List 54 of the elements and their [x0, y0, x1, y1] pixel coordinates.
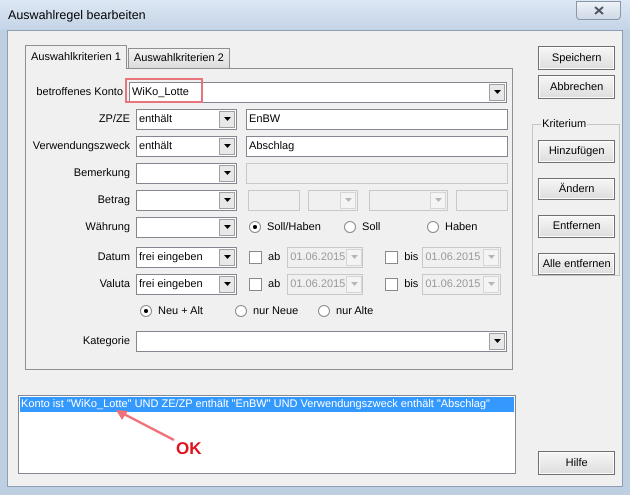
radio-button[interactable] [235, 305, 247, 317]
field-label: Kategorie [82, 334, 131, 349]
dropdown[interactable] [136, 216, 237, 238]
radio-button[interactable] [249, 221, 261, 233]
checkbox[interactable] [385, 250, 398, 264]
radio-label: Soll [362, 220, 380, 235]
dialog-button[interactable]: Hinzufügen [538, 140, 616, 162]
close-button[interactable] [576, 0, 621, 20]
text-field[interactable] [456, 190, 508, 210]
dropdown[interactable] [136, 162, 237, 184]
dropdown[interactable] [136, 190, 237, 210]
field-label: Betrag [96, 192, 131, 208]
dropdown[interactable]: enthält [136, 108, 237, 130]
dialog-button[interactable]: Speichern [538, 46, 616, 70]
dropdown[interactable]: frei eingeben [136, 246, 237, 268]
checkbox[interactable] [249, 250, 262, 264]
tab[interactable]: Auswahlkriterien 2 [128, 48, 230, 68]
radio-label: Neu + Alt [158, 304, 203, 319]
field-label: Datum [96, 250, 131, 265]
field-label: Valuta [98, 276, 131, 292]
dialog-button[interactable]: Alle entfernen [538, 252, 616, 275]
checkbox[interactable] [249, 278, 262, 290]
tab[interactable]: Auswahlkriterien 1 [25, 45, 127, 69]
checkbox[interactable] [385, 278, 398, 290]
dialog-button[interactable]: Entfernen [538, 215, 616, 238]
dialog-button[interactable]: Ändern [538, 178, 616, 200]
close-icon [594, 6, 604, 14]
dropdown[interactable]: WiKo_Lotte [129, 82, 507, 102]
radio-label: nur Alte [336, 304, 374, 319]
field-label: Bemerkung [72, 166, 131, 181]
radio-button[interactable] [344, 221, 356, 233]
dropdown[interactable]: frei eingeben [136, 274, 237, 294]
text-field[interactable]: EnBW [246, 108, 508, 130]
field-label: Währung [84, 220, 131, 235]
field-label: Verwendungszweck [32, 138, 131, 154]
radio-button[interactable] [427, 221, 439, 233]
window-title: Auswahlregel bearbeiten [8, 6, 146, 24]
field-label: ZP/ZE [98, 112, 131, 127]
field-label: betroffenes Konto [35, 84, 124, 100]
radio-label: Soll/Haben [267, 220, 321, 235]
dialog-button[interactable]: Hilfe [538, 451, 616, 475]
radio-button[interactable] [140, 305, 152, 317]
dialog-button[interactable]: Abbrechen [538, 75, 616, 99]
radio-button[interactable] [318, 305, 330, 317]
dropdown[interactable]: enthält [136, 136, 237, 156]
dropdown[interactable] [136, 330, 507, 352]
radio-label: Haben [445, 220, 478, 235]
radio-label: nur Neue [253, 304, 298, 319]
checkbox-label: bis [404, 250, 418, 265]
checkbox-label: ab [268, 250, 280, 265]
checkbox-label: bis [404, 276, 418, 292]
annotation-text: OK [176, 440, 202, 457]
text-field[interactable]: Abschlag [246, 136, 508, 156]
checkbox-label: ab [268, 276, 280, 292]
